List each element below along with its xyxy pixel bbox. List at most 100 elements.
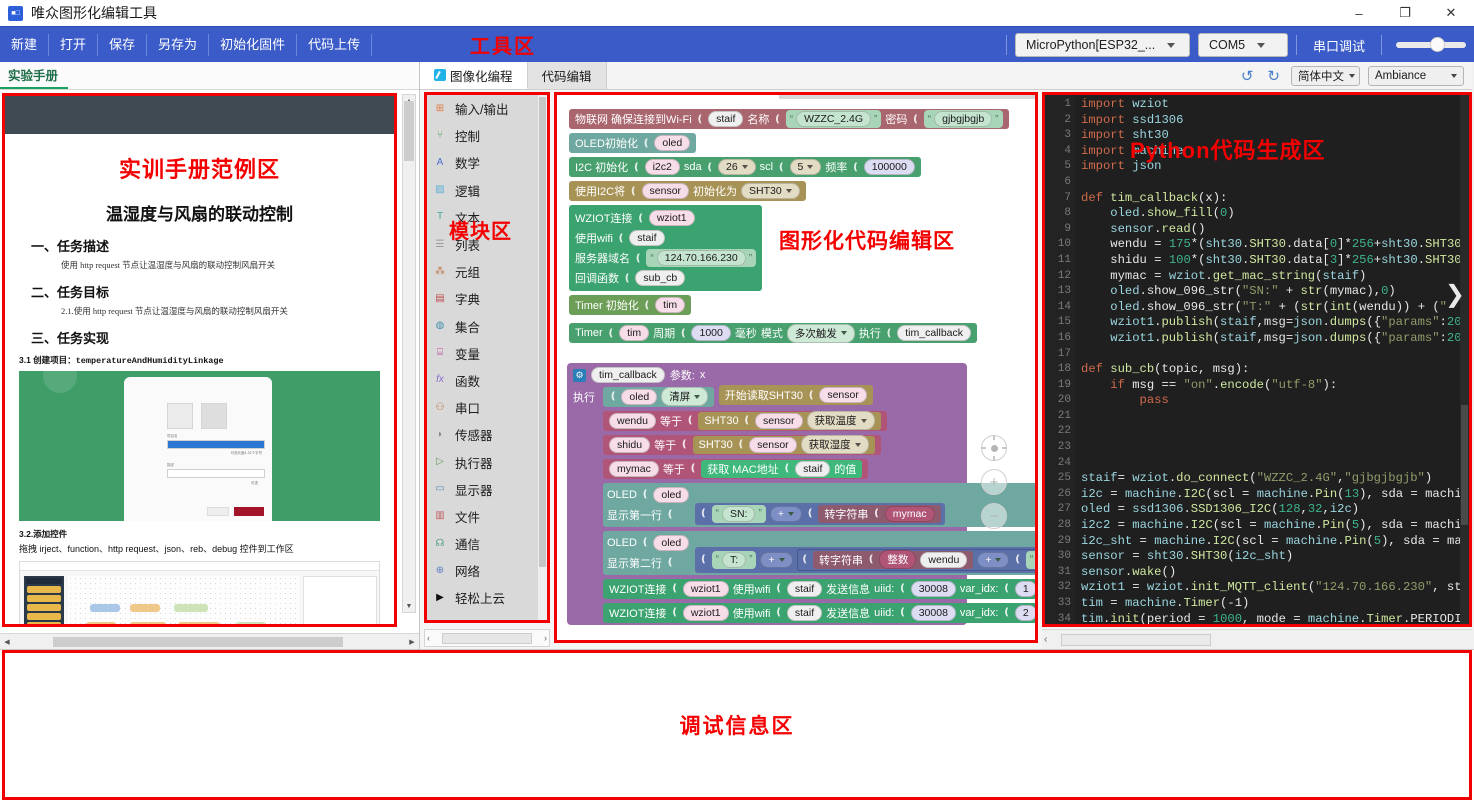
palette-item-sensor[interactable]: ◗ 传感器 [427, 421, 547, 448]
block-oled-init[interactable]: OLED初始化 ❪ oled [569, 133, 696, 153]
field-oled-var[interactable]: oled [654, 135, 690, 151]
block-wziot-publish-1[interactable]: WZIOT连接 ❪ wziot1 使用wifi ❪ staif 发送信息 uii… [603, 579, 1035, 599]
field-period[interactable]: 1000 [691, 325, 730, 341]
field-oled-ref[interactable]: oled [653, 487, 689, 503]
undo-icon[interactable]: ↺ [1238, 67, 1257, 85]
field-device-select[interactable]: SHT30 [741, 183, 800, 199]
field-variable-shidu[interactable]: shidu [609, 437, 650, 453]
field-var-idx[interactable]: 1 [1015, 581, 1035, 597]
field-function-name[interactable]: tim_callback [591, 367, 665, 383]
description-input[interactable] [167, 469, 265, 478]
code-editor[interactable]: 1234567891011121314151617181920212223242… [1045, 95, 1469, 624]
palette-item-dict[interactable]: ▤ 字典 [427, 285, 547, 312]
field-wifi-ref[interactable]: staif [795, 461, 830, 477]
block-set-wendu[interactable]: wendu 等于 ❪ SHT30 ❪ sensor 获取温度 [603, 411, 887, 431]
block-string-concat[interactable]: ❪ “ SN: ” + ❪ 转字符串 [695, 503, 944, 525]
block-i2c-init[interactable]: I2C 初始化 ❪ i2c2 sda ❪ 26 scl ❪ 5 频率 ❪ 100… [569, 157, 921, 177]
field-operator[interactable]: + [977, 552, 1009, 568]
palette-item-network[interactable]: ⊕ 网络 [427, 557, 547, 584]
palette-item-logic[interactable]: ▨ 逻辑 [427, 177, 547, 204]
manual-vertical-scrollbar[interactable]: ▲ ▼ [402, 94, 416, 613]
zoom-out-button[interactable]: − [981, 503, 1007, 529]
field-mode-select[interactable]: 多次触发 [787, 324, 855, 343]
block-text-t[interactable]: “ T: ” [712, 551, 757, 569]
manual-horizontal-scrollbar[interactable]: ◀ ▶ [0, 633, 419, 649]
palette-item-communication[interactable]: ☊ 通信 [427, 530, 547, 557]
code-text[interactable]: import wziotimport ssd1306import sht30im… [1075, 95, 1469, 624]
field-get-humidity-select[interactable]: 获取湿度 [801, 435, 869, 454]
scroll-left-icon[interactable]: ‹ [427, 633, 430, 643]
field-operator[interactable]: + [760, 552, 792, 568]
block-wziot-connect[interactable]: WZIOT连接 ❪ wziot1 使用wifi ❪ staif 服务器域名 ❪ … [569, 205, 762, 291]
redo-icon[interactable]: ↻ [1264, 67, 1283, 85]
field-variable-mymac[interactable]: mymac [609, 461, 659, 477]
block-timer-run[interactable]: Timer ❪ tim 周期 ❪ 1000 毫秒 模式 多次触发 执行 ❪ ti… [569, 323, 977, 343]
palette-item-cloud[interactable]: ▶ 轻松上云 [427, 584, 547, 611]
field-sensor-var[interactable]: sensor [642, 183, 690, 199]
toolbar-save-button[interactable]: 保存 [98, 34, 147, 56]
scroll-down-icon[interactable]: ▼ [403, 600, 415, 612]
gear-icon[interactable]: ⚙ [573, 369, 586, 382]
field-host[interactable]: 124.70.166.230 [657, 250, 746, 266]
connection-toggle-slider[interactable] [1396, 34, 1466, 56]
block-nested-concat[interactable]: ❪ 转字符串 ❪ 整数 wendu + ❪ [797, 549, 1035, 571]
block-oled-clear[interactable]: ❪ oled 清屏 [603, 387, 714, 407]
toolbar-upload-code-button[interactable]: 代码上传 [297, 34, 372, 56]
toolbar-init-firmware-button[interactable]: 初始化固件 [209, 34, 297, 56]
field-callback-fn[interactable]: tim_callback [897, 325, 971, 341]
tab-code-edit[interactable]: 代码编辑 [528, 62, 607, 89]
field-wifi-ref[interactable]: staif [787, 581, 822, 597]
block-set-shidu[interactable]: shidu 等于 ❪ SHT30 ❪ sensor 获取湿度 [603, 435, 881, 455]
block-text-h[interactable]: “ H: ” [1026, 551, 1035, 569]
field-i2c-var[interactable]: i2c2 [645, 159, 680, 175]
scroll-thumb[interactable] [1061, 634, 1211, 646]
field-timer-ref[interactable]: tim [619, 325, 649, 341]
scroll-right-icon[interactable]: › [544, 633, 547, 643]
chevron-right-icon[interactable]: ❯ [1445, 280, 1465, 309]
field-wifi-ref[interactable]: staif [787, 605, 822, 621]
field-var-idx[interactable]: 2 [1015, 605, 1035, 621]
field-variable-wendu[interactable]: wendu [920, 552, 967, 568]
serial-debug-button[interactable]: 串口调试 [1305, 36, 1373, 55]
field-sensor-ref[interactable]: sensor [749, 437, 797, 453]
tab-experiment-manual[interactable]: 实验手册 [0, 65, 68, 89]
block-text-password[interactable]: “ gjbgjbgjb ” [924, 110, 1003, 128]
scroll-thumb[interactable] [442, 633, 532, 644]
board-select[interactable]: MicroPython[ESP32_... [1015, 33, 1190, 57]
field-ssid[interactable]: WZZC_2.4G [796, 111, 871, 127]
scroll-left-icon[interactable]: ◀ [1, 636, 13, 648]
block-oled-show-line1[interactable]: OLED ❪ oled 显示第一行 ❪ [603, 483, 1035, 527]
palette-item-file[interactable]: ▥ 文件 [427, 503, 547, 530]
language-select[interactable]: 简体中文 [1291, 66, 1360, 86]
field-wziot-ref[interactable]: wziot1 [683, 581, 729, 597]
cancel-button[interactable] [207, 507, 229, 516]
field-scl-select[interactable]: 5 [790, 159, 822, 175]
block-text-host[interactable]: “ 124.70.166.230 ” [646, 249, 756, 267]
block-string-concat[interactable]: ❪ “ T: ” + ❪ [695, 547, 1035, 573]
field-wifi-ref[interactable]: staif [629, 230, 664, 246]
field-variable-mymac[interactable]: mymac [885, 506, 935, 522]
blockly-workspace[interactable]: 图形化代码编辑区 物联网 确保连接到Wi-Fi ❪ staif 名称 ❪ “ W… [557, 95, 1035, 640]
slider-knob[interactable] [1430, 37, 1445, 52]
scroll-thumb[interactable] [53, 637, 343, 647]
field-get-temp-select[interactable]: 获取温度 [807, 411, 875, 430]
field-sensor-ref[interactable]: sensor [755, 413, 803, 429]
field-oled-ref[interactable]: oled [653, 535, 689, 551]
palette-item-display[interactable]: ▭ 显示器 [427, 476, 547, 503]
confirm-button[interactable] [234, 507, 264, 516]
toolbar-saveas-button[interactable]: 另存为 [147, 34, 209, 56]
field-wifi-var[interactable]: staif [708, 111, 743, 127]
field-prefix[interactable]: T: [722, 552, 746, 568]
module-palette[interactable]: ⊞ 输入/输出 ⑂ 控制 A 数学 ▨ 逻辑 T 文本 [427, 95, 547, 620]
palette-item-math[interactable]: A 数学 [427, 149, 547, 176]
palette-item-set[interactable]: ◍ 集合 [427, 313, 547, 340]
block-oled-show-line2[interactable]: OLED ❪ oled 显示第二行 ❪ [603, 531, 1035, 575]
zoom-in-button[interactable]: + [981, 469, 1007, 495]
block-sht30-get-temp[interactable]: SHT30 ❪ sensor 获取温度 [698, 412, 880, 430]
palette-item-function[interactable]: fx 函数 [427, 367, 547, 394]
scroll-left-icon[interactable]: ‹ [1044, 634, 1047, 645]
palette-item-variable[interactable]: ⌸ 变量 [427, 340, 547, 367]
palette-item-control[interactable]: ⑂ 控制 [427, 122, 547, 149]
palette-item-tuple[interactable]: ⁂ 元组 [427, 258, 547, 285]
block-sht30-get-humidity[interactable]: SHT30 ❪ sensor 获取湿度 [693, 436, 875, 454]
